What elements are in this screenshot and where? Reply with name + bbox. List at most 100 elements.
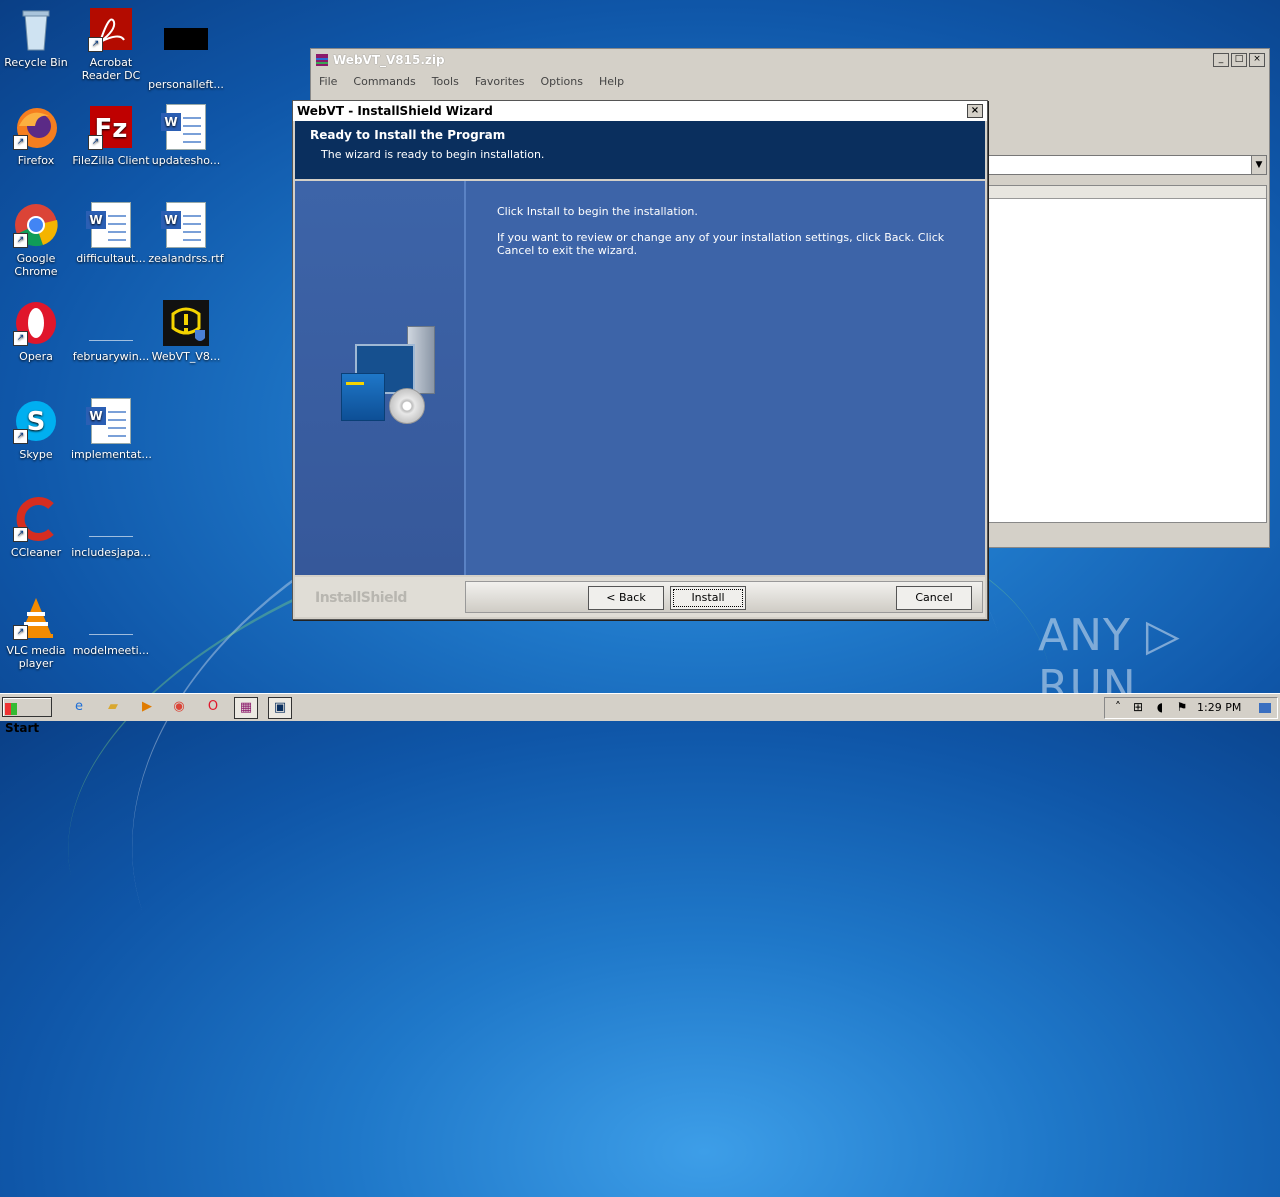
desktop-icon-modelmeeti[interactable]: modelmeeti... bbox=[71, 594, 151, 657]
desktop-icon-label: CCleaner bbox=[10, 546, 62, 559]
desktop-icon-webvt[interactable]: WebVT_V8... bbox=[146, 300, 226, 363]
desktop-icon-firefox[interactable]: ↗ Firefox bbox=[0, 104, 76, 167]
internet-explorer-icon[interactable]: e bbox=[68, 697, 90, 717]
installshield-brand: InstallShield bbox=[315, 590, 407, 606]
desktop-icon-chrome[interactable]: ↗ Google Chrome bbox=[0, 202, 76, 278]
desktop-icon-implementat[interactable]: implementat... bbox=[71, 398, 152, 461]
vlc-cone-icon: ↗ bbox=[13, 594, 59, 640]
shortcut-arrow-icon: ↗ bbox=[88, 37, 103, 52]
desktop-icon-label: Skype bbox=[19, 448, 53, 461]
desktop-icon-filezilla[interactable]: Fz ↗ FileZilla Client bbox=[71, 104, 151, 167]
desktop-icon-skype[interactable]: S ↗ Skype bbox=[0, 398, 76, 461]
volume-icon[interactable]: ◖ bbox=[1153, 700, 1167, 714]
word-document-icon bbox=[161, 104, 209, 150]
ccleaner-icon: ↗ bbox=[13, 496, 59, 542]
webvt-installer-icon bbox=[163, 300, 209, 346]
menu-commands[interactable]: Commands bbox=[353, 75, 415, 88]
desktop-icon-updatesho[interactable]: updatesho... bbox=[146, 104, 226, 167]
minimize-button[interactable]: _ bbox=[1213, 53, 1229, 67]
chrome-taskbar-icon[interactable]: ◉ bbox=[168, 697, 190, 717]
shortcut-arrow-icon: ↗ bbox=[13, 527, 28, 542]
desktop-icon-label: Firefox bbox=[17, 154, 55, 167]
word-document-icon bbox=[161, 202, 209, 248]
menu-options[interactable]: Options bbox=[541, 75, 583, 88]
desktop-icon-label: VLC media player bbox=[6, 644, 66, 670]
desktop-icon-label: WebVT_V8... bbox=[151, 350, 221, 363]
recycle-bin-icon bbox=[13, 6, 59, 52]
dialog-button-area: InstallShield < Back Install Cancel bbox=[295, 577, 985, 617]
desktop-icon-zealandrss[interactable]: zealandrss.rtf bbox=[146, 202, 226, 265]
desktop-icon-label: februarywin... bbox=[72, 350, 150, 363]
dialog-titlebar[interactable]: WebVT - InstallShield Wizard × bbox=[293, 101, 987, 121]
opera-taskbar-icon[interactable]: O bbox=[202, 697, 224, 717]
media-player-icon[interactable]: ▶ bbox=[136, 697, 158, 717]
desktop-icon-includesjapa[interactable]: includesjapa... bbox=[71, 496, 151, 559]
installshield-dialog[interactable]: WebVT - InstallShield Wizard × Ready to … bbox=[292, 100, 988, 620]
winrar-menubar: File Commands Tools Favorites Options He… bbox=[311, 71, 1269, 91]
start-label: Start bbox=[5, 721, 40, 735]
menu-tools[interactable]: Tools bbox=[432, 75, 459, 88]
winrar-taskbar-icon[interactable]: ▦ bbox=[234, 697, 258, 719]
winrar-icon bbox=[316, 54, 328, 66]
desktop-icon-label: Google Chrome bbox=[14, 252, 58, 278]
desktop-icon-label: zealandrss.rtf bbox=[148, 252, 224, 265]
desktop-icon-label: updatesho... bbox=[151, 154, 221, 167]
dialog-heading: Ready to Install the Program bbox=[310, 128, 506, 142]
desktop-icon-label: Acrobat Reader DC bbox=[81, 56, 141, 82]
cancel-button[interactable]: Cancel bbox=[896, 586, 972, 610]
shortcut-arrow-icon: ↗ bbox=[13, 233, 28, 248]
menu-favorites[interactable]: Favorites bbox=[475, 75, 525, 88]
show-hidden-icons-icon[interactable]: ˄ bbox=[1111, 700, 1125, 714]
desktop-icon-personalleft[interactable]: personalleft... bbox=[146, 6, 226, 91]
winrar-window-controls: _ □ × bbox=[1213, 53, 1265, 67]
dialog-body-text-2: If you want to review or change any of y… bbox=[497, 231, 945, 257]
install-button[interactable]: Install bbox=[670, 586, 746, 610]
desktop-icon-acrobat[interactable]: ↗ Acrobat Reader DC bbox=[71, 6, 151, 82]
shortcut-arrow-icon: ↗ bbox=[13, 625, 28, 640]
desktop-icon-opera[interactable]: ↗ Opera bbox=[0, 300, 76, 363]
dialog-body-text-1: Click Install to begin the installation. bbox=[497, 205, 698, 218]
chrome-icon: ↗ bbox=[13, 202, 59, 248]
back-button[interactable]: < Back bbox=[588, 586, 664, 610]
windows-flag-icon bbox=[5, 702, 17, 715]
blank-file-icon bbox=[88, 496, 134, 542]
chevron-down-icon[interactable]: ▼ bbox=[1251, 156, 1266, 174]
close-button[interactable]: × bbox=[1249, 53, 1265, 67]
menu-help[interactable]: Help bbox=[599, 75, 624, 88]
desktop-icon-label: difficultaut... bbox=[76, 252, 146, 265]
maximize-button[interactable]: □ bbox=[1231, 53, 1247, 67]
desktop-icon-difficultaut[interactable]: difficultaut... bbox=[71, 202, 151, 265]
dialog-close-button[interactable]: × bbox=[967, 104, 983, 118]
taskbar: Start e ▰ ▶ ◉ O ▦ ▣ ˄ ⊞ ◖ ⚑ 1:29 PM bbox=[0, 693, 1280, 735]
desktop-icon-recycle-bin[interactable]: Recycle Bin bbox=[0, 6, 76, 69]
menu-file[interactable]: File bbox=[319, 75, 337, 88]
network-icon[interactable]: ⊞ bbox=[1131, 700, 1145, 714]
desktop-icon-label: personalleft... bbox=[148, 78, 224, 91]
action-center-flag-icon[interactable]: ⚑ bbox=[1175, 700, 1189, 714]
dialog-side-panel bbox=[295, 181, 466, 575]
word-document-icon bbox=[86, 202, 134, 248]
desktop-icon-label: includesjapa... bbox=[71, 546, 151, 559]
winrar-title: WebVT_V815.zip bbox=[333, 53, 445, 67]
start-button[interactable]: Start bbox=[2, 697, 52, 735]
acrobat-icon: ↗ bbox=[88, 6, 134, 52]
file-list-header[interactable] bbox=[988, 186, 1266, 199]
desktop-icon-label: Recycle Bin bbox=[4, 56, 68, 69]
system-tray: ˄ ⊞ ◖ ⚑ 1:29 PM bbox=[1104, 697, 1278, 719]
desktop-icon-ccleaner[interactable]: ↗ CCleaner bbox=[0, 496, 76, 559]
folder-icon[interactable]: ▰ bbox=[102, 697, 124, 717]
clock[interactable]: 1:29 PM bbox=[1197, 701, 1241, 714]
desktop-icon-vlc[interactable]: ↗ VLC media player bbox=[0, 594, 76, 670]
shortcut-arrow-icon: ↗ bbox=[13, 135, 28, 150]
dialog-subheading: The wizard is ready to begin installatio… bbox=[321, 148, 545, 161]
winrar-statusbar bbox=[987, 527, 1265, 543]
desktop-icon-label: implementat... bbox=[71, 448, 152, 461]
show-desktop-icon[interactable] bbox=[1259, 703, 1271, 713]
winrar-titlebar[interactable]: WebVT_V815.zip bbox=[311, 49, 1269, 71]
winrar-file-list[interactable] bbox=[987, 185, 1267, 523]
desktop-icon-februarywin[interactable]: februarywin... bbox=[71, 300, 151, 363]
winrar-path-combobox[interactable]: ▼ bbox=[987, 155, 1267, 175]
installshield-taskbar-icon[interactable]: ▣ bbox=[268, 697, 292, 719]
skype-icon: S ↗ bbox=[13, 398, 59, 444]
firefox-icon: ↗ bbox=[13, 104, 59, 150]
